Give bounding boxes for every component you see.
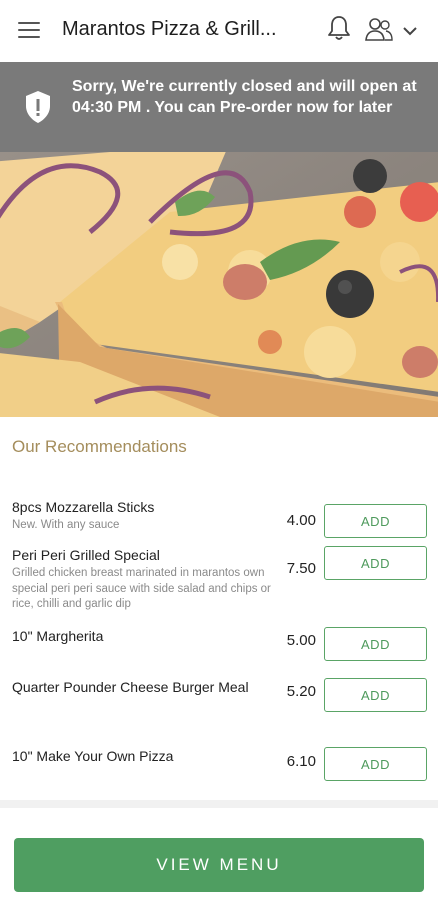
chevron-down-icon[interactable] <box>402 24 418 36</box>
shield-alert-icon <box>24 90 52 124</box>
closed-banner: Sorry, We're currently closed and will o… <box>0 62 438 152</box>
item-name: Quarter Pounder Cheese Burger Meal <box>12 679 249 695</box>
recommendations-title: Our Recommendations <box>12 437 187 456</box>
user-icon[interactable] <box>364 16 394 42</box>
add-button[interactable]: ADD <box>324 678 427 712</box>
bell-icon[interactable] <box>326 14 352 42</box>
item-price: 7.50 <box>286 560 316 577</box>
item-name: 10" Margherita <box>12 628 104 644</box>
hero-pizza-image <box>0 152 438 417</box>
add-button[interactable]: ADD <box>324 747 427 781</box>
item-name: Peri Peri Grilled Special <box>12 547 160 563</box>
section-divider <box>0 800 438 808</box>
view-menu-button[interactable]: VIEW MENU <box>14 838 424 892</box>
item-price: 6.10 <box>286 753 316 770</box>
item-name: 8pcs Mozzarella Sticks <box>12 499 155 515</box>
add-button[interactable]: ADD <box>324 627 427 661</box>
item-price: 4.00 <box>286 512 316 529</box>
app-header: Marantos Pizza & Grill... <box>0 0 438 62</box>
add-button[interactable]: ADD <box>324 546 427 580</box>
item-name: 10" Make Your Own Pizza <box>12 748 174 764</box>
item-description: New. With any sauce <box>12 519 120 531</box>
item-description: Grilled chicken breast marinated in mara… <box>12 567 271 610</box>
restaurant-title: Marantos Pizza & Grill... <box>62 18 277 40</box>
add-button[interactable]: ADD <box>324 504 427 538</box>
closed-message: Sorry, We're currently closed and will o… <box>72 78 417 116</box>
hamburger-icon[interactable] <box>18 22 40 40</box>
item-price: 5.00 <box>286 632 316 649</box>
item-price: 5.20 <box>286 683 316 700</box>
